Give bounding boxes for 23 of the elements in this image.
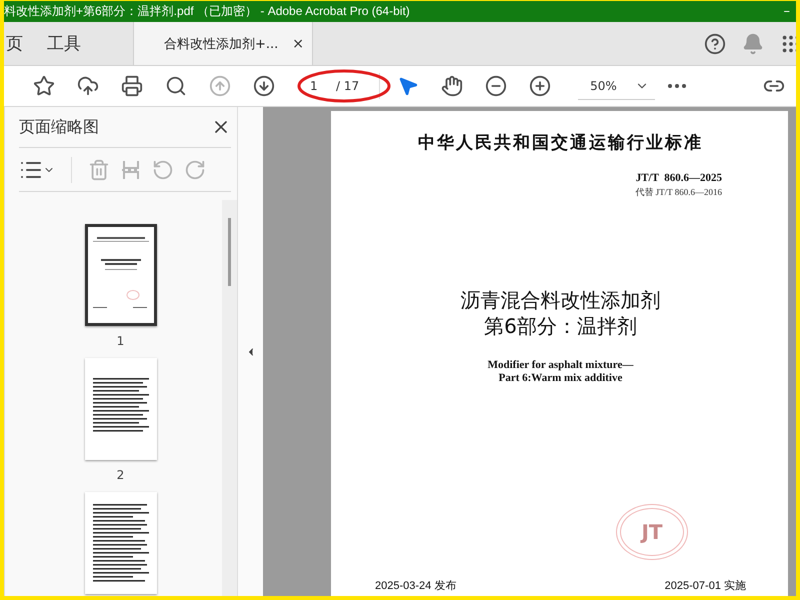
tab-label: 合料改性添加剂+...: [164, 36, 278, 52]
nav-tab[interactable]: 工具: [35, 22, 93, 65]
page-number-field[interactable]: 1: [302, 79, 332, 93]
window-title: 料改性添加剂+第6部分：温拌剂.pdf （已加密） - Adobe Acrobat Pro (64-bit): [4, 3, 410, 20]
panel-title: 页面缩略图: [19, 116, 99, 138]
page-count: / 17: [336, 79, 360, 93]
page-number-label: 2: [116, 468, 124, 482]
document-title: 沥青混合料改性添加剂: [460, 287, 662, 313]
jt-stamp: JT: [616, 504, 688, 560]
english-title: Modifier for asphalt mixture—: [486, 359, 634, 371]
english-title: Part 6:Warm mix additive: [498, 372, 624, 384]
nav-tab[interactable]: 页: [4, 22, 35, 65]
replaces-note: 代替 JT/T 860.6—2016: [634, 186, 723, 199]
effective-date: 2025-07-01 实施: [664, 578, 746, 593]
close-tab-button[interactable]: ×: [292, 36, 304, 52]
standard-code: JT/T 860.6—2025: [634, 172, 723, 184]
standard-header: 中华人民共和国交通运输行业标准: [417, 132, 704, 154]
minimize-button[interactable]: –: [784, 4, 790, 19]
issue-date: 2025-03-24 发布: [375, 579, 456, 593]
zoom-dropdown[interactable]: 50%: [578, 72, 655, 100]
page-number-label: 1: [116, 334, 124, 348]
document-title: 第6部分：温拌剂: [483, 313, 638, 339]
document-tab[interactable]: 合料改性添加剂+... ×: [133, 22, 313, 65]
